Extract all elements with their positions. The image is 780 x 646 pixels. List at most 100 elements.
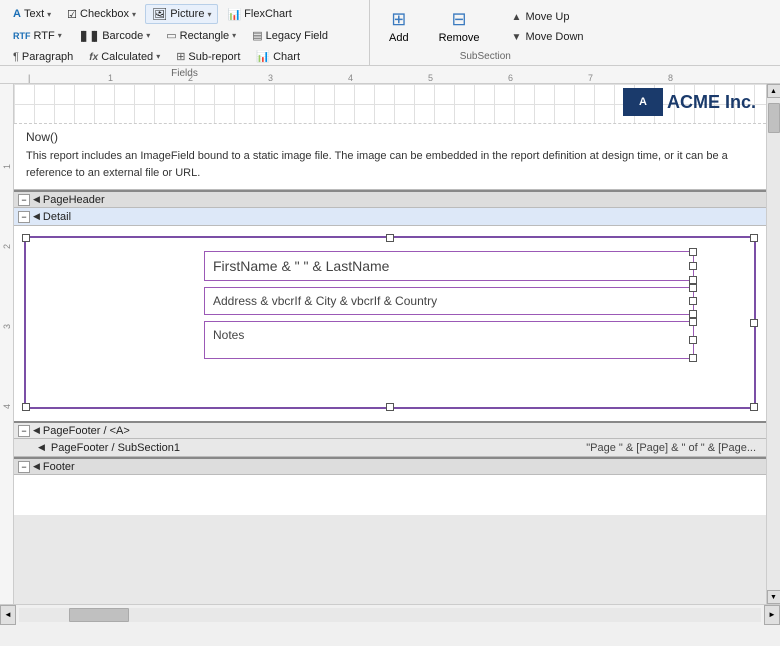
picture-dropdown-arrow: ▾ xyxy=(207,10,211,19)
footer-collapse[interactable]: − xyxy=(18,461,30,473)
paragraph-button[interactable]: Paragraph xyxy=(6,48,80,66)
checkbox-button[interactable]: Checkbox ▾ xyxy=(60,5,143,24)
chart-button[interactable]: Chart xyxy=(249,47,307,66)
hscroll-left-btn[interactable]: ◄ xyxy=(0,605,16,625)
hscroll-right-btn[interactable]: ► xyxy=(764,605,780,625)
description-area: This report includes an ImageField bound… xyxy=(14,144,766,189)
add-icon xyxy=(391,9,406,30)
move-up-icon xyxy=(512,11,522,23)
rtf-button[interactable]: RTF ▾ xyxy=(6,27,69,45)
calculated-button[interactable]: Calculated ▾ xyxy=(82,48,167,66)
page-footer-label: PageFooter / <A> xyxy=(43,425,130,437)
firstname-lastname-text: FirstName & " " & LastName xyxy=(213,258,389,274)
barcode-button[interactable]: Barcode ▾ xyxy=(71,27,158,45)
move-down-button[interactable]: Move Down xyxy=(503,28,593,46)
barcode-icon xyxy=(78,30,100,42)
barcode-dropdown-arrow: ▾ xyxy=(146,31,150,40)
handle-tm xyxy=(386,234,394,242)
calculated-icon xyxy=(89,51,98,63)
rectangle-icon xyxy=(166,29,176,42)
flexchart-button[interactable]: FlexChart xyxy=(220,5,298,24)
detail-content[interactable]: FirstName & " " & LastName Address & vbc… xyxy=(14,226,766,421)
address-handle-rm xyxy=(689,297,697,305)
ruler: | 1 2 3 4 5 6 7 8 xyxy=(0,66,780,84)
detail-collapse[interactable]: − xyxy=(18,211,30,223)
page-footer-subsection-label: PageFooter / SubSection1 xyxy=(51,442,180,454)
inner-fields: FirstName & " " & LastName Address & vbc… xyxy=(204,251,756,359)
page-header-collapse[interactable]: − xyxy=(18,194,30,206)
add-button[interactable]: Add xyxy=(378,4,420,49)
now-field: Now() xyxy=(26,130,58,144)
sub-report-button[interactable]: Sub-report xyxy=(169,47,247,66)
address-field[interactable]: Address & vbcrIf & City & vbcrIf & Count… xyxy=(204,287,694,315)
description-text: This report includes an ImageField bound… xyxy=(26,150,728,179)
detail-triangle: ◀ xyxy=(33,211,40,222)
remove-button[interactable]: Remove xyxy=(428,4,491,49)
scroll-thumb[interactable] xyxy=(768,103,780,133)
handle-br xyxy=(750,403,758,411)
field-handle-rm xyxy=(689,262,697,270)
scroll-down-btn[interactable]: ▼ xyxy=(767,590,780,604)
firstname-lastname-field[interactable]: FirstName & " " & LastName xyxy=(204,251,694,281)
checkbox-icon xyxy=(67,8,77,21)
page-footer-bar: − ◀ PageFooter / <A> xyxy=(14,421,766,439)
legacy-icon xyxy=(252,29,262,42)
field-handle-tr xyxy=(689,248,697,256)
calculated-dropdown-arrow: ▾ xyxy=(156,52,160,61)
legacy-field-button[interactable]: Legacy Field xyxy=(245,26,335,45)
notes-text: Notes xyxy=(213,328,244,342)
rtf-icon xyxy=(13,30,31,42)
notes-field[interactable]: Notes xyxy=(204,321,694,359)
handle-tl xyxy=(22,234,30,242)
footer-content xyxy=(14,475,766,515)
checkbox-dropdown-arrow: ▾ xyxy=(132,10,136,19)
text-dropdown-arrow: ▾ xyxy=(47,10,51,19)
address-handle-tr xyxy=(689,284,697,292)
footer-triangle: ◀ xyxy=(33,461,40,472)
paragraph-icon xyxy=(13,51,19,63)
page-footer-subsection-bar: ◀ PageFooter / SubSection1 "Page " & [Pa… xyxy=(14,439,766,457)
notes-handle-br xyxy=(689,354,697,362)
picture-icon xyxy=(152,7,167,21)
notes-handle-tr xyxy=(689,318,697,326)
left-ruler: 1 2 3 4 xyxy=(0,84,14,604)
move-down-icon xyxy=(512,31,522,43)
bottom-scrollbar: ◄ ► xyxy=(0,604,780,624)
field-handle-br xyxy=(689,276,697,284)
main-area: 1 2 3 4 A ACME Inc. xyxy=(0,84,780,604)
canvas-scroll[interactable]: A ACME Inc. Now() This report includes a… xyxy=(14,84,766,604)
acme-logo: A ACME Inc. xyxy=(623,88,756,116)
page-header-bar: − ◀ PageHeader xyxy=(14,190,766,208)
detail-bar: − ◀ Detail xyxy=(14,208,766,226)
footer-label: Footer xyxy=(43,461,75,473)
chart-icon xyxy=(256,50,270,63)
rtf-dropdown-arrow: ▾ xyxy=(58,31,62,40)
rectangle-button[interactable]: Rectangle ▾ xyxy=(159,26,243,45)
right-scrollbar: ▲ ▼ xyxy=(766,84,780,604)
sub-report-icon xyxy=(176,50,185,63)
footer-bar: − ◀ Footer xyxy=(14,457,766,475)
scroll-up-btn[interactable]: ▲ xyxy=(767,84,780,98)
toolbar: Text ▾ Checkbox ▾ Picture ▾ FlexChart xyxy=(0,0,780,66)
subsection-triangle: ◀ xyxy=(38,442,45,453)
page-header-content: A ACME Inc. Now() This report includes a… xyxy=(14,84,766,190)
hscroll-thumb[interactable] xyxy=(69,608,129,622)
scroll-track[interactable] xyxy=(767,98,780,590)
text-button[interactable]: Text ▾ xyxy=(6,5,58,23)
page-header-triangle: ◀ xyxy=(33,194,40,205)
canvas-container: A ACME Inc. Now() This report includes a… xyxy=(14,84,766,604)
handle-bm xyxy=(386,403,394,411)
picture-button[interactable]: Picture ▾ xyxy=(145,4,219,24)
remove-icon xyxy=(452,9,467,30)
acme-text: ACME Inc. xyxy=(667,92,756,113)
page-footer-triangle: ◀ xyxy=(33,425,40,436)
move-up-button[interactable]: Move Up xyxy=(503,8,593,26)
hscroll-track[interactable] xyxy=(19,608,761,622)
page-footer-collapse[interactable]: − xyxy=(18,425,30,437)
address-handle-br xyxy=(689,310,697,318)
handle-tr xyxy=(750,234,758,242)
notes-handle-rm xyxy=(689,336,697,344)
page-header-label: PageHeader xyxy=(43,194,105,206)
handle-bl xyxy=(22,403,30,411)
rectangle-dropdown-arrow: ▾ xyxy=(232,31,236,40)
